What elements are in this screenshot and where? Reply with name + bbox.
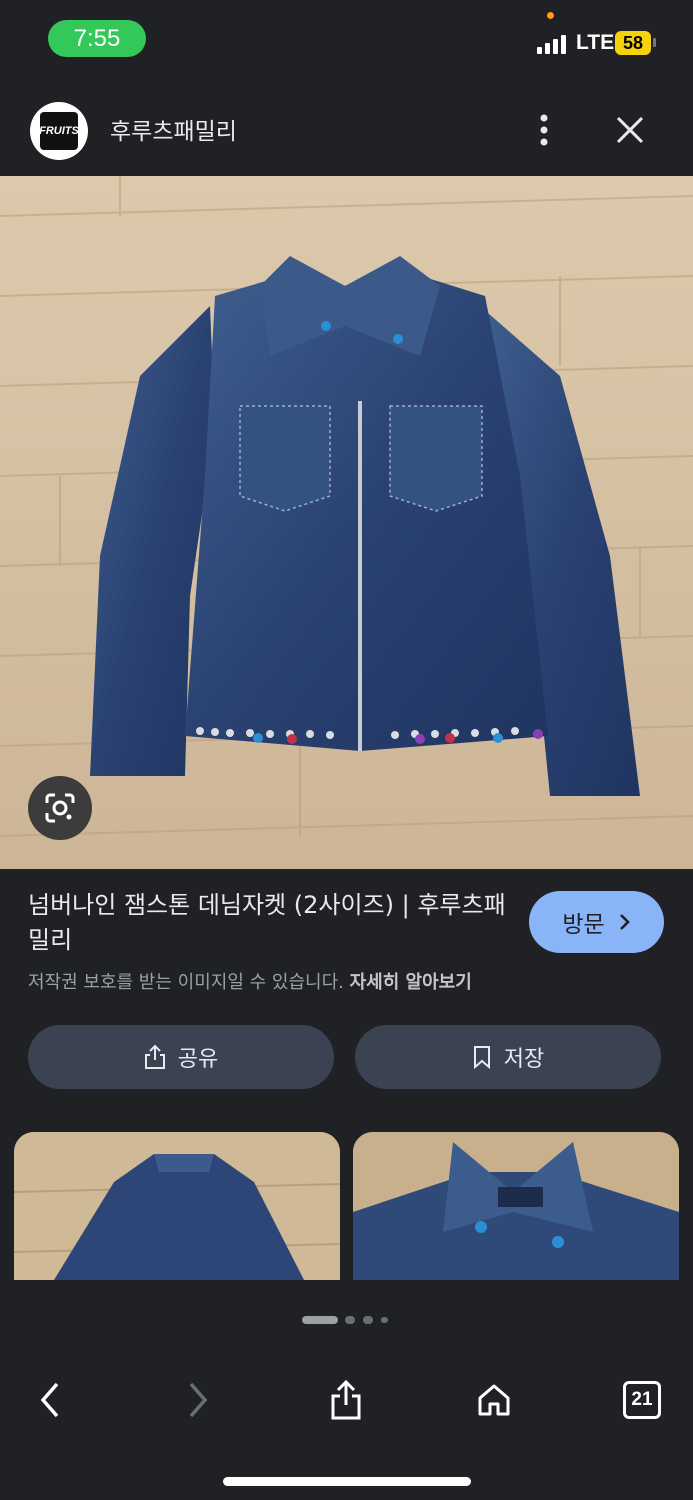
result-header: FRUITS 후루츠패밀리 [0, 80, 693, 176]
pager-dot [363, 1316, 373, 1324]
visit-button[interactable]: 방문 [529, 891, 664, 953]
save-label: 저장 [503, 1047, 545, 1072]
related-image-back[interactable] [14, 1132, 340, 1280]
browser-share-button[interactable] [324, 1378, 368, 1422]
more-options-button[interactable] [530, 110, 558, 150]
visit-label: 방문 [562, 912, 605, 938]
site-logo-mark: FRUITS [39, 112, 79, 150]
jacket-collar-image [353, 1132, 679, 1280]
result-title[interactable]: 넘버나인 잼스톤 데님자켓 (2사이즈) | 후루츠패밀리 [28, 888, 508, 958]
close-button[interactable] [610, 110, 650, 150]
pager-dot [381, 1317, 388, 1323]
tabs-icon: 21 [623, 1381, 661, 1419]
copyright-text: 저작권 보호를 받는 이미지일 수 있습니다. [28, 972, 344, 993]
jacket-back-image [14, 1132, 340, 1280]
share-icon [144, 1044, 165, 1069]
share-button[interactable]: 공유 [28, 1025, 334, 1089]
site-logo[interactable]: FRUITS [30, 102, 88, 160]
forward-button[interactable] [176, 1378, 220, 1422]
signal-icon [537, 34, 569, 54]
home-button[interactable] [472, 1378, 516, 1422]
denim-jacket-image [0, 176, 693, 869]
google-lens-button[interactable] [28, 776, 92, 840]
bookmark-icon [473, 1046, 490, 1069]
more-vert-icon [540, 114, 548, 146]
chevron-right-icon [619, 914, 630, 930]
home-icon [478, 1384, 510, 1416]
lens-icon [45, 793, 75, 823]
back-icon [40, 1382, 59, 1418]
back-button[interactable] [28, 1378, 72, 1422]
tabs-button[interactable]: 21 [620, 1378, 664, 1422]
pager-dot [345, 1316, 355, 1324]
site-name[interactable]: 후루츠패밀리 [110, 112, 237, 146]
browser-toolbar: 21 [0, 1360, 693, 1440]
privacy-indicator [547, 12, 554, 19]
share-up-icon [331, 1379, 361, 1420]
learn-more-link[interactable]: 자세히 알아보기 [350, 972, 472, 993]
pager-dot-active [302, 1316, 338, 1324]
status-time: 7:55 [48, 20, 146, 57]
status-bar: 7:55 LTE 58 [0, 0, 693, 80]
network-type: LTE [576, 31, 615, 54]
battery-tip [653, 38, 656, 47]
battery-icon: 58 [615, 31, 651, 55]
related-image-collar[interactable] [353, 1132, 679, 1280]
save-button[interactable]: 저장 [355, 1025, 661, 1089]
close-icon [616, 116, 644, 144]
forward-icon [189, 1382, 208, 1418]
copyright-notice: 저작권 보호를 받는 이미지일 수 있습니다. 자세히 알아보기 [28, 968, 472, 994]
home-indicator[interactable] [223, 1477, 471, 1486]
share-label: 공유 [177, 1047, 219, 1072]
main-image[interactable] [0, 176, 693, 869]
